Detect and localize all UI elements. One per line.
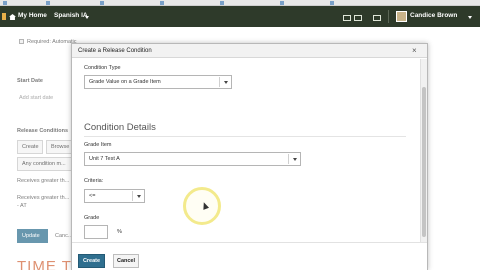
condition-type-select[interactable]: Grade Value on a Grade Item bbox=[84, 75, 232, 89]
grid-icon[interactable] bbox=[343, 15, 351, 21]
chevron-down-icon[interactable] bbox=[468, 16, 472, 19]
nav-my-home[interactable]: My Home bbox=[18, 12, 47, 19]
dialog-scrollbar[interactable] bbox=[420, 59, 427, 242]
create-button[interactable]: Create bbox=[78, 254, 105, 268]
section-title: Condition Details bbox=[84, 122, 156, 133]
select-separator bbox=[219, 77, 220, 87]
dialog-header: Create a Release Condition × bbox=[72, 44, 427, 58]
grade-input[interactable] bbox=[84, 225, 108, 239]
grade-item-select[interactable]: Unit 7 Test A bbox=[84, 152, 301, 166]
condition-type-label: Condition Type bbox=[84, 65, 121, 71]
message-icon[interactable] bbox=[354, 15, 362, 21]
home-icon[interactable] bbox=[9, 14, 16, 20]
avatar[interactable] bbox=[396, 11, 407, 22]
percent-sign: % bbox=[117, 229, 122, 235]
chevron-down-icon bbox=[293, 158, 297, 161]
grade-label: Grade bbox=[84, 215, 100, 221]
chevron-down-icon[interactable] bbox=[85, 16, 89, 19]
close-icon[interactable]: × bbox=[412, 46, 417, 55]
condition-type-value: Grade Value on a Grade Item bbox=[89, 79, 161, 85]
criteria-label: Criteria: bbox=[84, 178, 104, 184]
nav-divider bbox=[388, 10, 389, 23]
grade-item-value: Unit 7 Test A bbox=[89, 156, 120, 162]
dialog-footer: Create Cancel bbox=[72, 242, 427, 270]
chevron-down-icon bbox=[224, 81, 228, 84]
cancel-button[interactable]: Cancel bbox=[113, 254, 139, 268]
criteria-select[interactable]: <= bbox=[84, 189, 145, 203]
alert-icon[interactable] bbox=[373, 15, 381, 21]
select-separator bbox=[132, 191, 133, 201]
select-separator bbox=[288, 154, 289, 164]
scrollbar-thumb[interactable] bbox=[422, 87, 426, 237]
nav-course-selector[interactable]: Spanish IA bbox=[54, 12, 88, 19]
top-navbar: My Home Spanish IA Candice Brown bbox=[0, 6, 480, 27]
criteria-value: <= bbox=[89, 193, 96, 199]
release-condition-dialog: Create a Release Condition × Condition T… bbox=[71, 43, 428, 270]
section-divider bbox=[84, 136, 406, 137]
user-name[interactable]: Candice Brown bbox=[410, 12, 457, 19]
brand-icon bbox=[2, 13, 6, 20]
dialog-body: Condition Type Grade Value on a Grade It… bbox=[72, 59, 419, 242]
chevron-down-icon bbox=[137, 195, 141, 198]
dialog-title: Create a Release Condition bbox=[78, 48, 152, 54]
grade-item-label: Grade Item bbox=[84, 142, 112, 148]
